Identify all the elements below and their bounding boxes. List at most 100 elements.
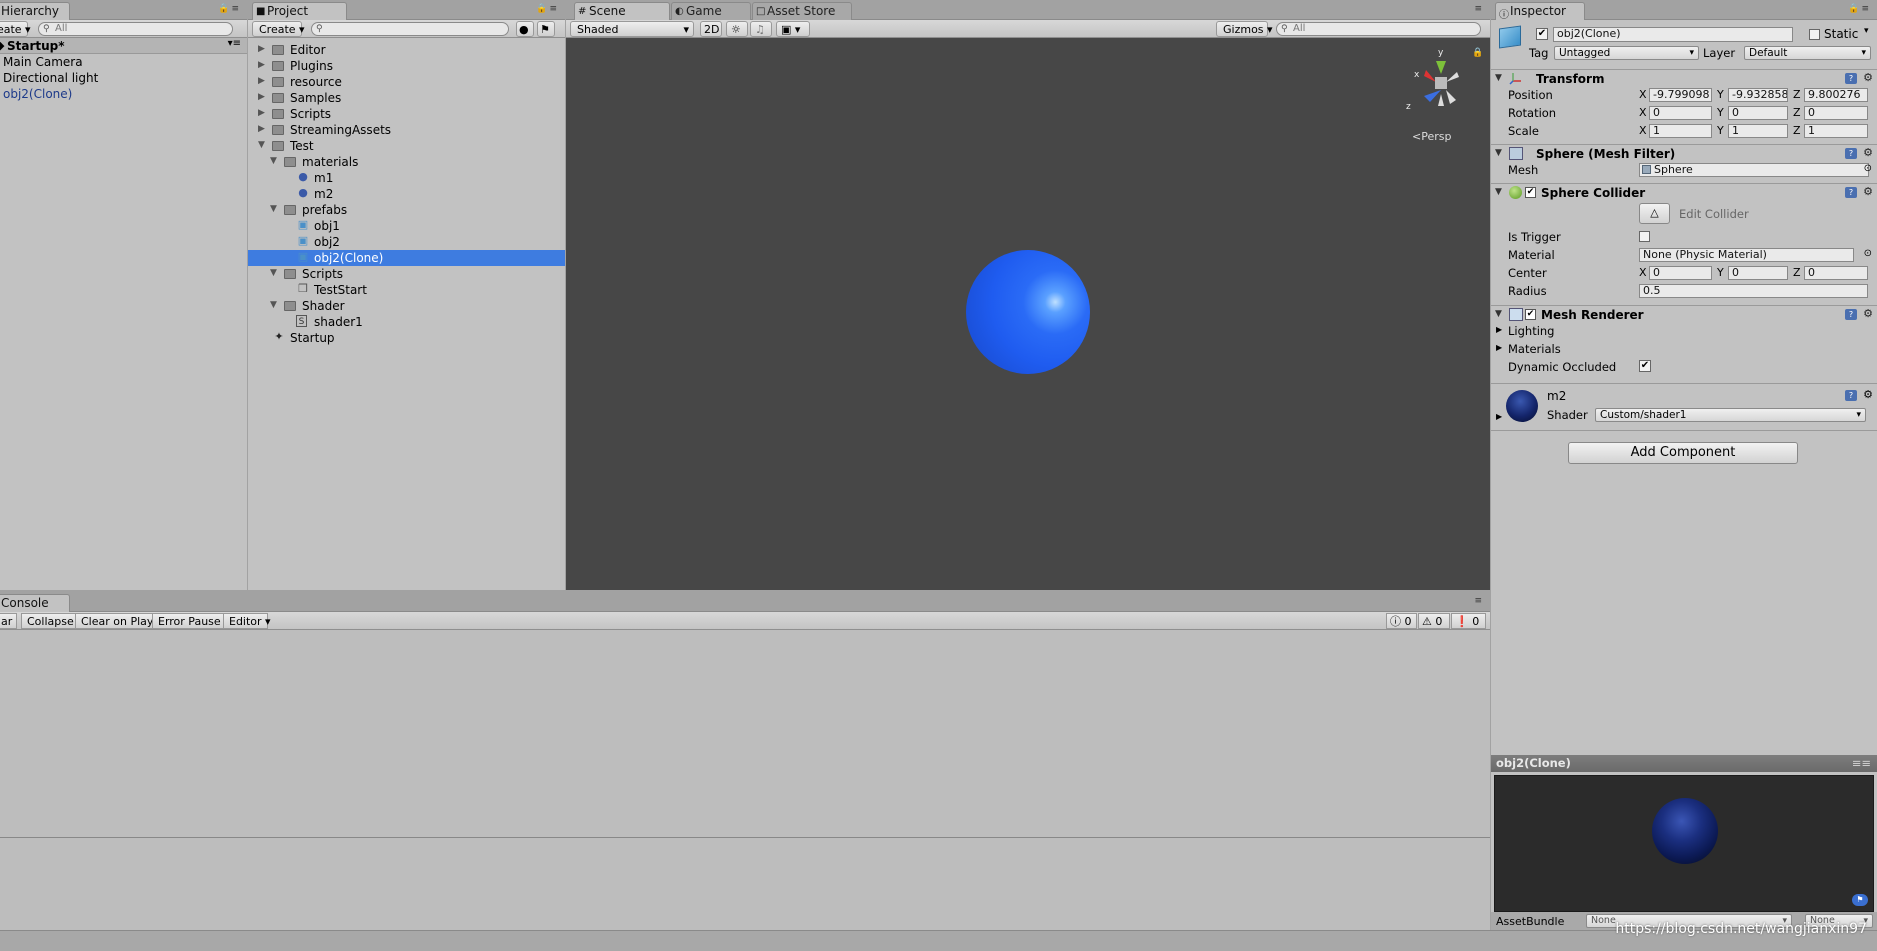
gizmo-y-cone[interactable]: [1436, 61, 1446, 74]
gear-icon[interactable]: ⚙: [1863, 71, 1873, 84]
warning-count-toggle[interactable]: ⚠ 0: [1418, 613, 1450, 629]
error-pause-toggle[interactable]: Error Pause: [152, 613, 227, 629]
tab-project[interactable]: ■ Project: [252, 2, 347, 20]
layer-dropdown[interactable]: Default: [1744, 46, 1871, 60]
project-item-plugins[interactable]: ▶ Plugins: [248, 58, 565, 74]
panel-menu-icon[interactable]: ≡: [1474, 4, 1484, 14]
sphere-object[interactable]: [966, 250, 1090, 374]
position-x-field[interactable]: -9.799098: [1649, 88, 1712, 102]
scale-z-field[interactable]: 1: [1804, 124, 1868, 138]
hierarchy-search-input[interactable]: ⚲ All: [38, 22, 233, 36]
lighting-toggle-icon[interactable]: ☼: [726, 21, 748, 37]
project-item-test[interactable]: ▼ Test: [248, 138, 565, 154]
console-log-area[interactable]: [0, 630, 1490, 837]
error-count-toggle[interactable]: ❗ 0: [1451, 613, 1486, 629]
collapse-triangle-icon[interactable]: ▼: [258, 140, 265, 150]
object-picker-icon[interactable]: ⊙: [1864, 248, 1872, 259]
scale-x-field[interactable]: 1: [1649, 124, 1712, 138]
audio-toggle-icon[interactable]: ♫: [750, 21, 772, 37]
2d-toggle[interactable]: 2D: [700, 21, 722, 37]
dynamic-occluded-checkbox[interactable]: ✔: [1639, 360, 1651, 372]
filter-by-type-icon[interactable]: ●: [516, 21, 534, 37]
console-detail-area[interactable]: [0, 838, 1490, 930]
expand-triangle-icon[interactable]: ▶: [258, 108, 265, 118]
center-y-field[interactable]: 0: [1728, 266, 1788, 280]
info-count-toggle[interactable]: ⓘ 0: [1386, 613, 1417, 629]
tab-hierarchy[interactable]: Hierarchy: [0, 2, 71, 20]
panel-lock-icon[interactable]: 🔒≡: [1848, 4, 1871, 14]
tab-asset-store[interactable]: □ Asset Store: [752, 2, 852, 20]
collapse-triangle-icon[interactable]: ▼: [1495, 148, 1502, 158]
physic-material-field[interactable]: None (Physic Material): [1639, 248, 1854, 262]
project-create-button[interactable]: Create ▾: [252, 21, 305, 37]
scene-menu-icon[interactable]: ▾≡: [228, 38, 241, 49]
transform-header[interactable]: ▼ Transform ? ⚙: [1491, 69, 1877, 87]
radius-field[interactable]: 0.5: [1639, 284, 1868, 298]
collapse-triangle-icon[interactable]: ▼: [1495, 187, 1502, 197]
hierarchy-item-main-camera[interactable]: Main Camera: [3, 55, 83, 69]
expand-triangle-icon[interactable]: ▶: [1496, 412, 1502, 421]
expand-triangle-icon[interactable]: ▶: [258, 76, 265, 86]
object-name-field[interactable]: obj2(Clone): [1553, 27, 1793, 42]
panel-lock-icon[interactable]: 🔒≡: [218, 4, 241, 14]
project-item-editor[interactable]: ▶ Editor: [248, 42, 565, 58]
project-item-shader1[interactable]: Sshader1: [248, 314, 565, 330]
gizmo-z-cone[interactable]: [1424, 90, 1441, 102]
tab-game[interactable]: ◐ Game: [671, 2, 751, 20]
expand-triangle-icon[interactable]: ▶: [1496, 343, 1502, 352]
active-checkbox[interactable]: ✔: [1536, 28, 1548, 40]
mesh-field[interactable]: Sphere: [1639, 163, 1869, 177]
collapse-triangle-icon[interactable]: ▼: [270, 268, 277, 278]
center-x-field[interactable]: 0: [1649, 266, 1712, 280]
help-icon[interactable]: ?: [1845, 148, 1857, 159]
project-item-obj2[interactable]: ▣ obj2: [248, 234, 565, 250]
expand-triangle-icon[interactable]: ▶: [258, 44, 265, 54]
help-icon[interactable]: ?: [1845, 309, 1857, 320]
tab-scene[interactable]: # Scene: [574, 2, 670, 20]
panel-menu-icon[interactable]: ≡: [1474, 596, 1484, 606]
gizmo-lock-icon[interactable]: 🔒: [1472, 48, 1483, 58]
project-item-obj2-clone[interactable]: ▣ obj2(Clone): [248, 250, 565, 266]
shading-mode-dropdown[interactable]: Shaded ▾: [570, 21, 694, 37]
position-y-field[interactable]: -9.932858: [1728, 88, 1788, 102]
center-z-field[interactable]: 0: [1804, 266, 1868, 280]
sphere-collider-header[interactable]: ▼ ✔ Sphere Collider ? ⚙: [1491, 183, 1877, 201]
add-component-button[interactable]: Add Component: [1568, 442, 1798, 464]
rotation-z-field[interactable]: 0: [1804, 106, 1868, 120]
gear-icon[interactable]: ⚙: [1863, 185, 1873, 198]
project-item-prefabs[interactable]: ▼ prefabs: [248, 202, 565, 218]
project-item-m2[interactable]: ● m2: [248, 186, 565, 202]
panel-lock-icon[interactable]: 🔒≡: [536, 4, 559, 14]
gizmo-neg-y-cone[interactable]: [1438, 94, 1444, 106]
help-icon[interactable]: ?: [1845, 390, 1857, 401]
help-icon[interactable]: ?: [1845, 73, 1857, 84]
scene-header[interactable]: ◆ Startup* ▾≡: [0, 38, 247, 54]
collapse-triangle-icon[interactable]: ▼: [1495, 73, 1502, 83]
expand-triangle-icon[interactable]: ▶: [258, 124, 265, 134]
edit-collider-button[interactable]: △: [1639, 203, 1670, 224]
rotation-x-field[interactable]: 0: [1649, 106, 1712, 120]
collapse-triangle-icon[interactable]: ▼: [270, 204, 277, 214]
project-item-scripts[interactable]: ▼ Scripts: [248, 266, 565, 282]
preview-drag-handle[interactable]: ≡≡: [1852, 755, 1871, 772]
expand-triangle-icon[interactable]: ▶: [258, 60, 265, 70]
mesh-renderer-header[interactable]: ▼ ✔ Mesh Renderer ? ⚙: [1491, 305, 1877, 323]
gizmo-center-cube[interactable]: [1435, 77, 1447, 89]
project-item-startup[interactable]: ✦ Startup: [248, 330, 565, 346]
gizmo-x-cone[interactable]: [1424, 70, 1436, 82]
project-item-obj1[interactable]: ▣ obj1: [248, 218, 565, 234]
object-picker-icon[interactable]: ⊙: [1864, 163, 1872, 174]
shader-dropdown[interactable]: Custom/shader1: [1595, 408, 1866, 422]
scene-search-input[interactable]: ⚲ All: [1276, 22, 1481, 36]
clear-button[interactable]: ar: [0, 613, 18, 629]
collapse-triangle-icon[interactable]: ▼: [270, 156, 277, 166]
hierarchy-item-directional-light[interactable]: Directional light: [3, 71, 98, 85]
clear-on-play-toggle[interactable]: Clear on Play: [75, 613, 160, 629]
rotation-y-field[interactable]: 0: [1728, 106, 1788, 120]
project-item-scripts[interactable]: ▶ Scripts: [248, 106, 565, 122]
hierarchy-item-obj2-clone[interactable]: obj2(Clone): [3, 87, 72, 101]
effects-dropdown-icon[interactable]: ▣ ▾: [776, 21, 810, 37]
static-dropdown-icon[interactable]: ▾: [1864, 26, 1869, 36]
help-icon[interactable]: ?: [1845, 187, 1857, 198]
projection-toggle[interactable]: <Persp: [1412, 130, 1451, 143]
